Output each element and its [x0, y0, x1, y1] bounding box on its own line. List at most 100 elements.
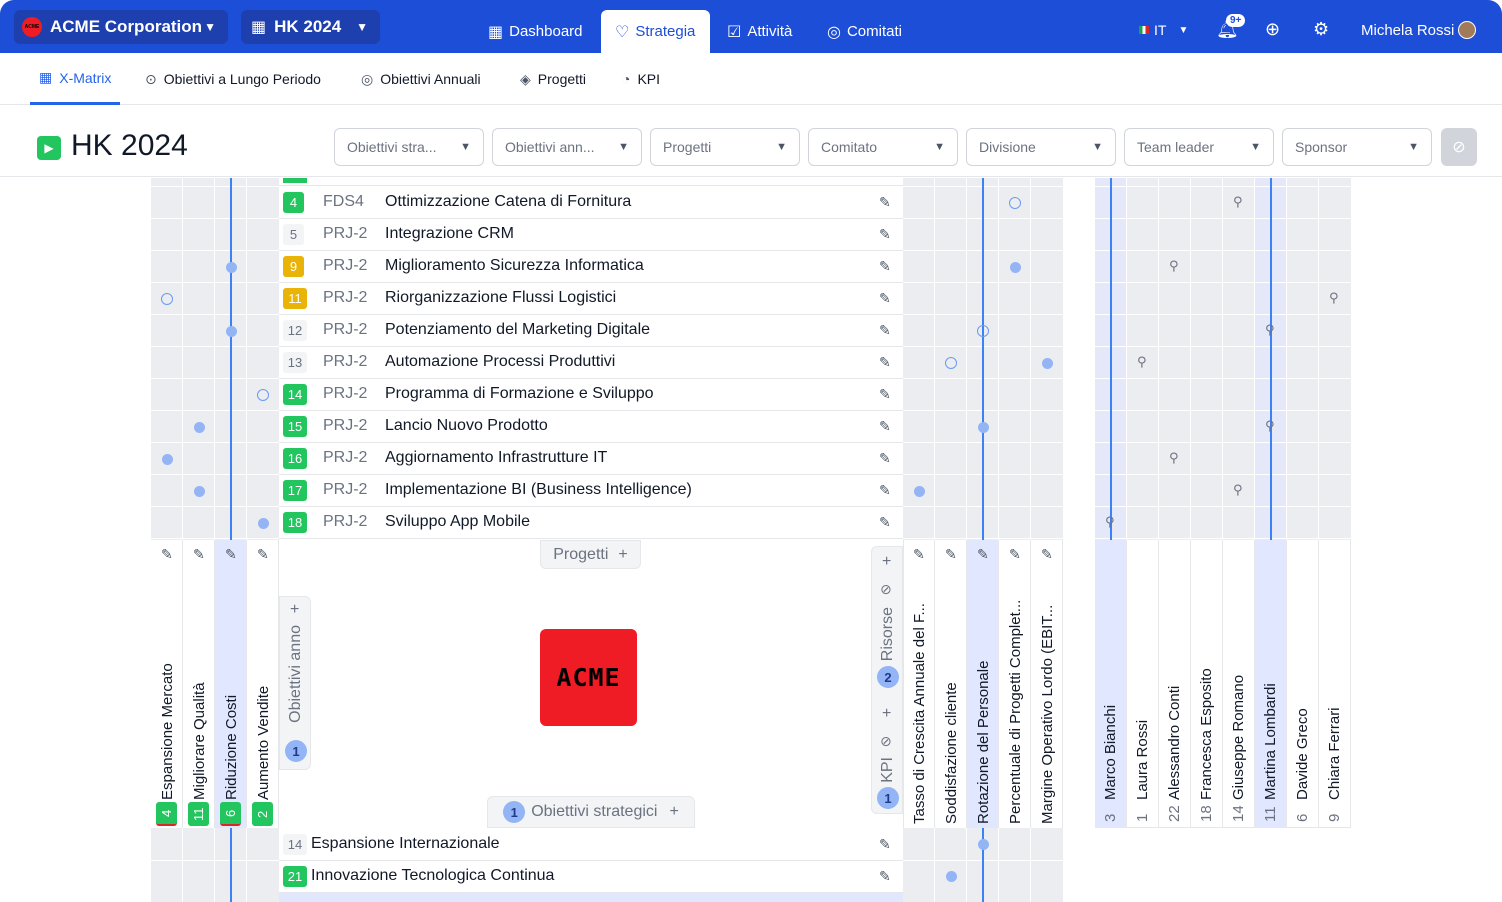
edit-icon[interactable]: ✎ [879, 322, 891, 339]
highlight-line [230, 828, 232, 902]
row-divider [1095, 250, 1351, 251]
edit-icon[interactable]: ✎ [879, 868, 891, 885]
nav-attivita[interactable]: ☑ Attività [727, 10, 792, 53]
edit-icon[interactable]: ✎ [1009, 546, 1021, 563]
relation-ring[interactable] [1009, 197, 1021, 209]
plus-icon[interactable]: + [882, 705, 891, 723]
edit-icon[interactable]: ✎ [977, 546, 989, 563]
filter-sponsor[interactable]: Sponsor ▼ [1282, 128, 1432, 166]
nav-comitati[interactable]: ◎ Comitati [827, 10, 902, 53]
avatar[interactable] [1458, 21, 1476, 39]
table-row[interactable]: 14 PRJ-2 Programma di Formazione e Svilupp… [279, 379, 903, 411]
filter-progetti[interactable]: Progetti ▼ [650, 128, 800, 166]
tab-progetti[interactable]: ◈ Progetti [520, 53, 586, 105]
nav-dashboard[interactable]: ▦ Dashboard [488, 10, 583, 53]
edit-icon[interactable]: ✎ [879, 354, 891, 371]
edit-icon[interactable]: ✎ [879, 418, 891, 435]
relation-dot[interactable] [945, 870, 957, 882]
tab-obiettivi-lungo-periodo[interactable]: ⊙ Obiettivi a Lungo Periodo [145, 53, 321, 105]
language-selector[interactable]: IT ▼ [1139, 22, 1188, 38]
eye-off-icon[interactable]: ⊘ [880, 733, 892, 750]
relation-dot[interactable] [977, 421, 989, 433]
relation-ring[interactable] [257, 389, 269, 401]
table-row[interactable]: 21 Innovazione Tecnologica Continua ✎ [279, 861, 903, 893]
relation-dot[interactable] [193, 421, 205, 433]
table-row[interactable]: 11 PRJ-2 Riorganizzazione Flussi Logistici… [279, 283, 903, 315]
person-icon[interactable]: ⚲ [1329, 290, 1339, 306]
tab-obiettivi-annuali[interactable]: ◎ Obiettivi Annuali [361, 53, 481, 105]
person-icon[interactable]: ⚲ [1265, 418, 1275, 434]
projects-header-pill[interactable]: Progetti + [540, 540, 641, 569]
edit-icon[interactable]: ✎ [879, 482, 891, 499]
relation-dot[interactable] [1009, 261, 1021, 273]
gear-icon[interactable]: ⚙ [1313, 19, 1329, 40]
clear-filter-icon[interactable]: ⊘ [1441, 128, 1477, 166]
project-code: FDS4 [323, 193, 364, 210]
eye-off-icon[interactable]: ⊘ [880, 581, 892, 598]
table-row[interactable]: 16 PRJ-2 Aggiornamento Infrastrutture IT ✎ [279, 443, 903, 475]
table-row[interactable]: 12 PRJ-2 Potenziamento del Marketing Digit… [279, 315, 903, 347]
user-name[interactable]: Michela Rossi [1361, 22, 1454, 39]
relation-dot[interactable] [977, 838, 989, 850]
column-divider [214, 540, 215, 828]
nav-label: Comitati [846, 23, 902, 40]
edit-icon[interactable]: ✎ [257, 546, 269, 563]
plan-selector[interactable]: ▦ HK 2024 ▼ [241, 10, 380, 44]
tab-kpi[interactable]: ◔ KPI [622, 53, 660, 105]
edit-icon[interactable]: ✎ [879, 226, 891, 243]
project-code: PRJ-2 [323, 289, 368, 306]
table-row[interactable]: 5 PRJ-2 Integrazione CRM ✎ [279, 219, 903, 251]
relation-dot[interactable] [225, 325, 237, 337]
relation-ring[interactable] [977, 325, 989, 337]
person-icon[interactable]: ⚲ [1265, 322, 1275, 338]
table-row[interactable]: 15 PRJ-2 Lancio Nuovo Prodotto ✎ [279, 411, 903, 443]
table-row[interactable]: 9 PRJ-2 Miglioramento Sicurezza Informatic… [279, 251, 903, 283]
nav-strategia[interactable]: ♡ Strategia [601, 10, 710, 53]
edit-icon[interactable]: ✎ [879, 450, 891, 467]
filter-divisione[interactable]: Divisione ▼ [966, 128, 1116, 166]
relation-dot[interactable] [225, 261, 237, 273]
person-icon[interactable]: ⚲ [1233, 482, 1243, 498]
filter-team-leader[interactable]: Team leader ▼ [1124, 128, 1274, 166]
table-row[interactable]: 17 PRJ-2 Implementazione BI (Business Inte… [279, 475, 903, 507]
edit-icon[interactable]: ✎ [1041, 546, 1053, 563]
edit-icon[interactable]: ✎ [879, 514, 891, 531]
plus-icon[interactable]: + [882, 553, 891, 571]
tab-x-matrix[interactable]: ▦ X-Matrix [30, 53, 121, 105]
person-icon[interactable]: ⚲ [1169, 258, 1179, 274]
help-icon[interactable]: ⊕ [1265, 19, 1280, 40]
relation-dot[interactable] [257, 517, 269, 529]
kpi-title: Soddisfazione cliente [943, 682, 960, 824]
table-row[interactable]: 4 FDS4 Ottimizzazione Catena di Fornitura ✎ [279, 187, 903, 219]
edit-icon[interactable]: ✎ [193, 546, 205, 563]
table-row[interactable]: 13 PRJ-2 Automazione Processi Produttivi ✎ [279, 347, 903, 379]
person-icon[interactable]: ⚲ [1233, 194, 1243, 210]
annual-header-pill[interactable]: + Obiettivi anno 1 [279, 596, 311, 770]
relation-ring[interactable] [945, 357, 957, 369]
table-row[interactable]: 14 Espansione Internazionale ✎ [279, 829, 903, 861]
filter-obiettivi-annuali[interactable]: Obiettivi ann... ▼ [492, 128, 642, 166]
relation-dot[interactable] [913, 485, 925, 497]
company-selector[interactable]: ACME ACME Corporation ▼ [14, 10, 228, 44]
person-icon[interactable]: ⚲ [1137, 354, 1147, 370]
edit-icon[interactable]: ✎ [945, 546, 957, 563]
filter-obiettivi-strategici[interactable]: Obiettivi stra... ▼ [334, 128, 484, 166]
edit-icon[interactable]: ✎ [913, 546, 925, 563]
edit-icon[interactable]: ✎ [161, 546, 173, 563]
edit-icon[interactable]: ✎ [225, 546, 237, 563]
person-icon[interactable]: ⚲ [1169, 450, 1179, 466]
person-icon[interactable]: ⚲ [1105, 514, 1115, 530]
relation-dot[interactable] [1041, 357, 1053, 369]
row-divider [151, 314, 279, 315]
edit-icon[interactable]: ✎ [879, 258, 891, 275]
table-row[interactable]: 18 PRJ-2 Sviluppo App Mobile ✎ [279, 507, 903, 539]
edit-icon[interactable]: ✎ [879, 836, 891, 853]
edit-icon[interactable]: ✎ [879, 386, 891, 403]
relation-dot[interactable] [161, 453, 173, 465]
strategic-header-pill[interactable]: 1 Obiettivi strategici + [487, 796, 695, 828]
relation-dot[interactable] [193, 485, 205, 497]
edit-icon[interactable]: ✎ [879, 290, 891, 307]
relation-ring[interactable] [161, 293, 173, 305]
edit-icon[interactable]: ✎ [879, 194, 891, 211]
filter-comitato[interactable]: Comitato ▼ [808, 128, 958, 166]
